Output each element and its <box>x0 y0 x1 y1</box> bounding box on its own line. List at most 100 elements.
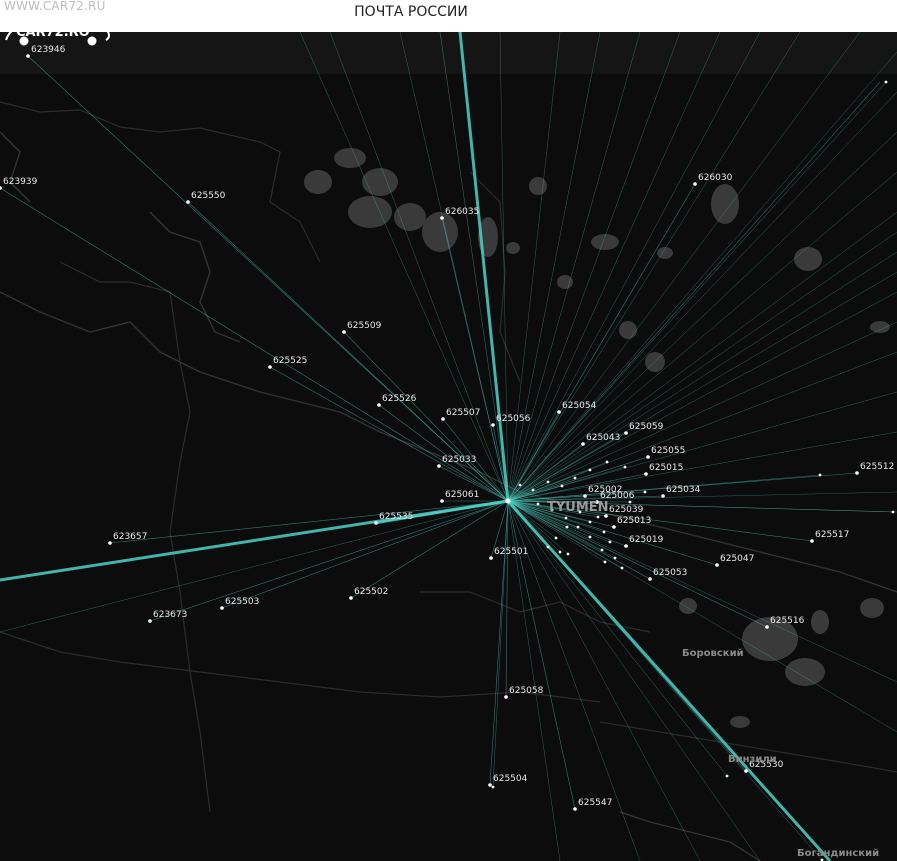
post-office-dot[interactable] <box>531 488 535 492</box>
post-office-dot[interactable] <box>891 510 895 514</box>
post-office-marker-625054[interactable] <box>557 410 561 414</box>
postcode-label-625056[interactable]: 625056 <box>496 414 531 424</box>
postcode-label-625516[interactable]: 625516 <box>770 616 805 626</box>
postcode-label-626035[interactable]: 626035 <box>445 207 479 217</box>
post-office-marker-625550[interactable] <box>186 200 190 204</box>
postcode-label-625507[interactable]: 625507 <box>446 408 480 418</box>
postcode-label-625033[interactable]: 625033 <box>442 455 476 465</box>
post-office-marker-625503[interactable] <box>220 606 224 610</box>
post-office-dot[interactable] <box>600 548 604 552</box>
postcode-label-625019[interactable]: 625019 <box>629 535 664 545</box>
postcode-label-625053[interactable]: 625053 <box>653 568 687 578</box>
hub-marker-625001[interactable] <box>505 498 511 504</box>
post-office-marker-626030[interactable] <box>693 182 697 186</box>
post-office-dot[interactable] <box>565 525 569 529</box>
post-office-marker-625055[interactable] <box>646 455 650 459</box>
post-office-marker-625033[interactable] <box>437 464 441 468</box>
post-office-marker-625516[interactable] <box>765 625 769 629</box>
post-office-marker-625019[interactable] <box>624 544 628 548</box>
postcode-label-625509[interactable]: 625509 <box>347 321 382 331</box>
postcode-label-625550[interactable]: 625550 <box>191 191 226 201</box>
postcode-label-625501[interactable]: 625501 <box>494 547 528 557</box>
post-office-marker-625034[interactable] <box>661 494 665 498</box>
post-office-marker-623657[interactable] <box>108 541 112 545</box>
post-office-dot[interactable] <box>588 468 592 472</box>
post-office-marker-625502[interactable] <box>349 596 353 600</box>
post-office-marker-625530[interactable] <box>744 769 748 773</box>
post-office-dot[interactable] <box>554 536 558 540</box>
post-office-dot[interactable] <box>564 516 568 520</box>
post-office-marker-625547[interactable] <box>573 807 577 811</box>
post-office-dot[interactable] <box>608 540 612 544</box>
postcode-label-625502[interactable]: 625502 <box>354 587 388 597</box>
post-office-dot[interactable] <box>596 515 600 519</box>
postcode-label-625055[interactable]: 625055 <box>651 446 685 456</box>
postcode-label-625526[interactable]: 625526 <box>382 394 417 404</box>
post-office-dot[interactable] <box>560 484 564 488</box>
post-office-marker-625525[interactable] <box>268 365 272 369</box>
postcode-label-625043[interactable]: 625043 <box>586 433 620 443</box>
post-office-dot[interactable] <box>566 552 570 556</box>
post-office-dot[interactable] <box>603 560 607 564</box>
post-office-marker-625526[interactable] <box>377 403 381 407</box>
postal-routes-map[interactable]: 623946 623939 625550 626035 626030 625509 6255… <box>0 32 897 861</box>
postcode-label-625525[interactable]: 625525 <box>273 356 307 366</box>
post-office-marker-625043[interactable] <box>581 442 585 446</box>
post-office-marker-625512[interactable] <box>855 471 859 475</box>
post-office-dot[interactable] <box>884 80 888 84</box>
postcode-label-626030[interactable]: 626030 <box>698 173 733 183</box>
postcode-label-623939[interactable]: 623939 <box>3 177 38 187</box>
post-office-dot[interactable] <box>558 550 562 554</box>
postcode-label-625013[interactable]: 625013 <box>617 516 651 526</box>
postcode-label-625503[interactable]: 625503 <box>225 597 259 607</box>
post-office-dot[interactable] <box>725 774 729 778</box>
postcode-label-625061[interactable]: 625061 <box>445 490 479 500</box>
post-office-dot[interactable] <box>605 460 609 464</box>
postcode-label-625047[interactable]: 625047 <box>720 554 754 564</box>
postcode-label-625547[interactable]: 625547 <box>578 798 612 808</box>
post-office-marker-623946[interactable] <box>26 54 30 58</box>
post-office-marker-625517[interactable] <box>810 539 814 543</box>
post-office-marker-625013[interactable] <box>612 525 616 529</box>
post-office-dot[interactable] <box>518 483 522 487</box>
postcode-label-625504[interactable]: 625504 <box>493 774 528 784</box>
post-office-dot[interactable] <box>573 476 577 480</box>
post-office-dot[interactable] <box>546 545 550 549</box>
postcode-label-625512[interactable]: 625512 <box>860 462 894 472</box>
post-office-marker-626035[interactable] <box>440 216 444 220</box>
postcode-label-623657[interactable]: 623657 <box>113 532 147 542</box>
postcode-label-625059[interactable]: 625059 <box>629 422 664 432</box>
post-office-dot[interactable] <box>576 525 580 529</box>
post-office-dot[interactable] <box>620 566 624 570</box>
postcode-label-623673[interactable]: 623673 <box>153 610 187 620</box>
post-office-dot[interactable] <box>602 530 606 534</box>
post-office-marker-625056[interactable] <box>491 423 495 427</box>
post-office-marker-625504[interactable] <box>488 783 492 787</box>
post-office-dot[interactable] <box>643 490 647 494</box>
postcode-label-625054[interactable]: 625054 <box>562 401 597 411</box>
map-canvas[interactable]: 6239466239396255506260356260306255096255… <box>0 32 897 861</box>
post-office-marker-625507[interactable] <box>441 417 445 421</box>
post-office-marker-625061[interactable] <box>440 499 444 503</box>
postcode-label-625015[interactable]: 625015 <box>649 463 683 473</box>
post-office-dot[interactable] <box>588 520 592 524</box>
post-office-dot[interactable] <box>613 556 617 560</box>
post-office-marker-625501[interactable] <box>489 556 493 560</box>
postcode-label-625039[interactable]: 625039 <box>609 505 644 515</box>
post-office-dot[interactable] <box>588 535 592 539</box>
post-office-marker-623673[interactable] <box>148 619 152 623</box>
post-office-marker-625059[interactable] <box>624 431 628 435</box>
post-office-dot[interactable] <box>546 480 550 484</box>
post-office-dot[interactable] <box>628 500 632 504</box>
postcode-label-625535[interactable]: 625535 <box>379 512 413 522</box>
post-office-dot[interactable] <box>491 785 495 789</box>
post-office-marker-625047[interactable] <box>715 563 719 567</box>
postcode-label-625034[interactable]: 625034 <box>666 485 701 495</box>
postcode-label-625058[interactable]: 625058 <box>509 686 544 696</box>
post-office-dot[interactable] <box>623 465 627 469</box>
post-office-marker-625053[interactable] <box>648 577 652 581</box>
post-office-marker-625058[interactable] <box>504 695 508 699</box>
post-office-marker-625002[interactable] <box>583 494 587 498</box>
post-office-dot[interactable] <box>536 502 540 506</box>
postcode-label-625517[interactable]: 625517 <box>815 530 849 540</box>
